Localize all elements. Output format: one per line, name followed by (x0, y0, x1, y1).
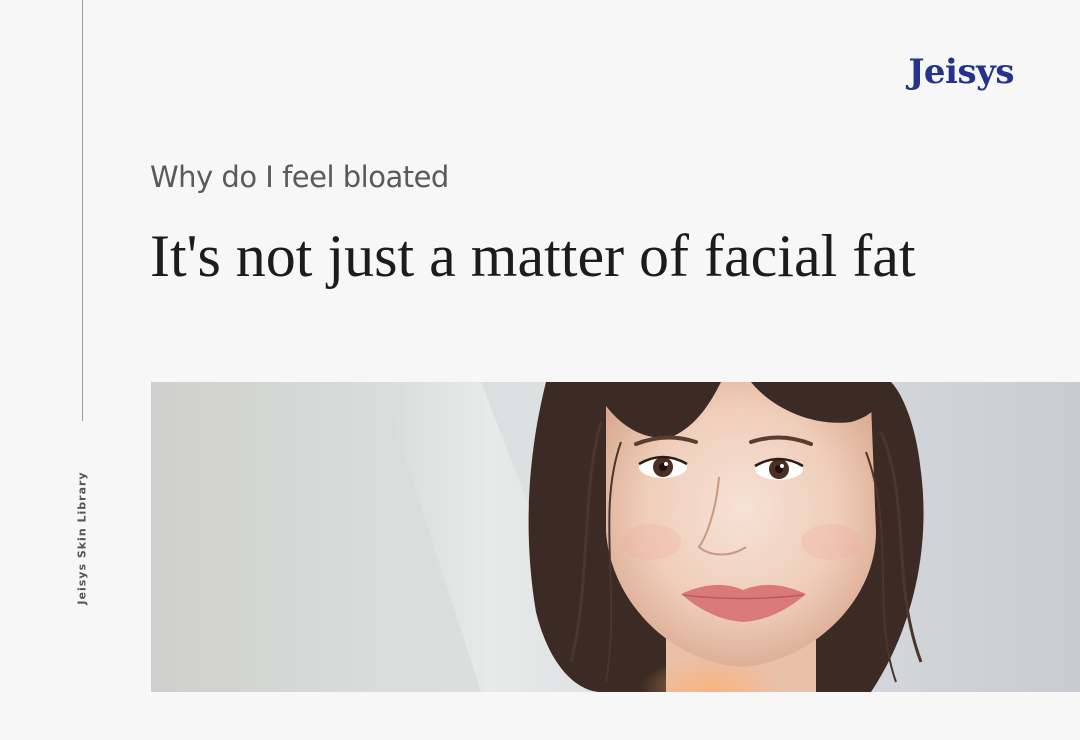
brand-logo[interactable]: Jeisys (908, 52, 1014, 92)
article-subtitle: Why do I feel bloated (150, 160, 449, 194)
vertical-divider (82, 0, 83, 421)
portrait-illustration (381, 382, 924, 692)
article-headline: It's not just a matter of facial fat (150, 223, 916, 289)
page: Jeisys Skin Library Jeisys Why do I feel… (0, 0, 1080, 740)
side-label: Jeisys Skin Library (75, 471, 89, 605)
hero-image (151, 382, 1080, 692)
